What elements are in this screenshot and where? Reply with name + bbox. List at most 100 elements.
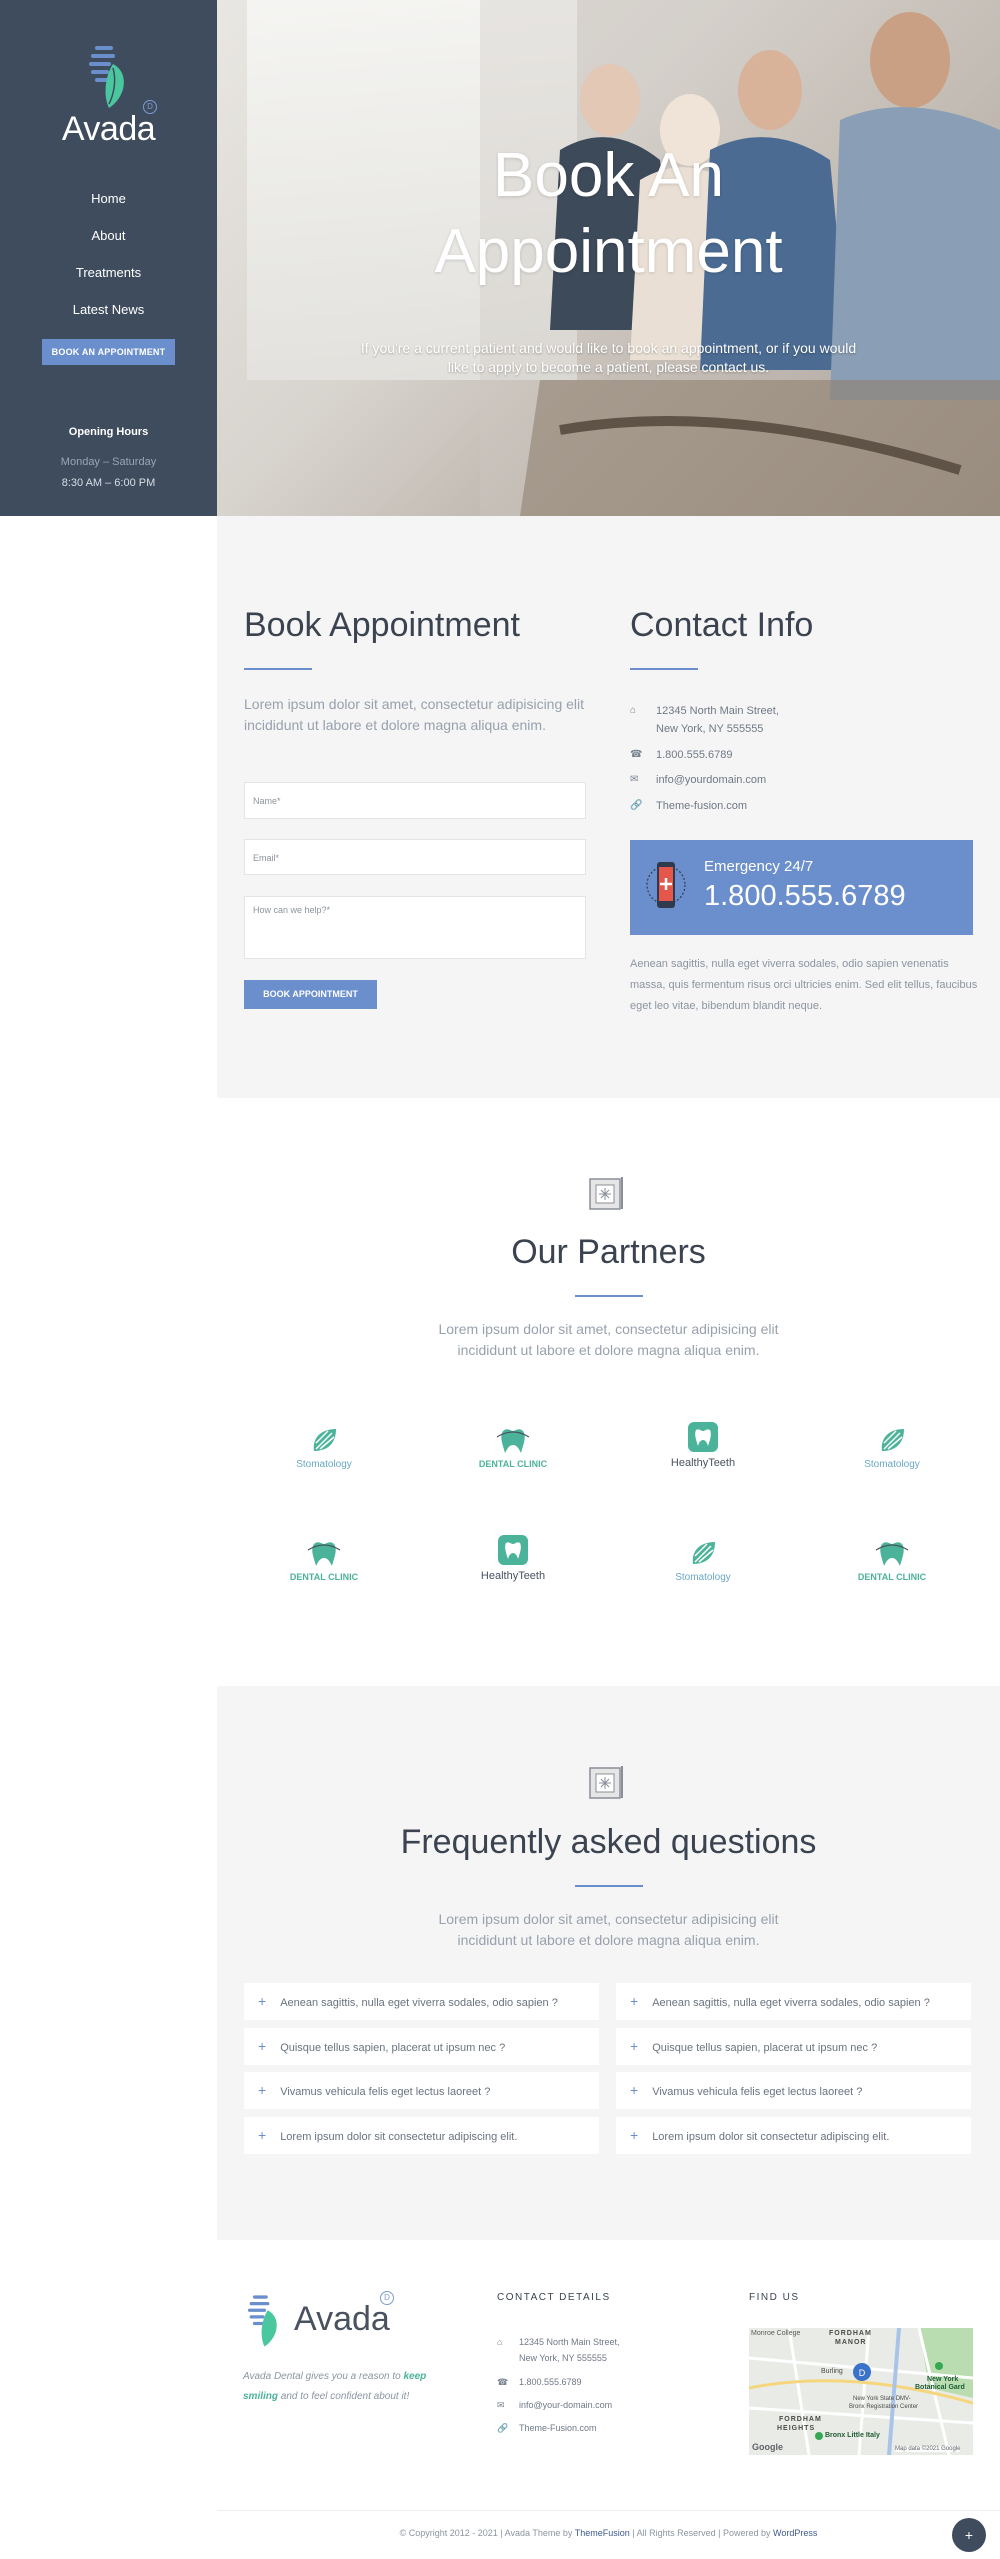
book-appointment-nav-button[interactable]: BOOK AN APPOINTMENT	[42, 339, 175, 365]
faq-question: Quisque tellus sapien, placerat ut ipsum…	[280, 2042, 506, 2054]
tooth-icon	[875, 1542, 909, 1566]
plus-icon: +	[630, 2127, 639, 2143]
partner-name: HealthyTeeth	[480, 1570, 546, 1582]
hero-title-line-1: Book An	[493, 141, 724, 210]
main-nav: Home About Treatments Latest News	[0, 188, 217, 336]
faq-question: Lorem ipsum dolor sit consectetur adipis…	[652, 2131, 890, 2143]
faq-item[interactable]: + Lorem ipsum dolor sit consectetur adipi…	[616, 2117, 971, 2154]
map-attribution: Map data ©2021 Google	[895, 2446, 961, 2452]
footer-divider	[217, 2510, 1000, 2511]
emergency-number[interactable]: 1.800.555.6789	[704, 880, 906, 913]
nav-item-home[interactable]: Home	[0, 188, 217, 225]
faq-item[interactable]: + Vivamus vehicula felis eget lectus laor…	[616, 2072, 971, 2109]
partners-lead: Lorem ipsum dolor sit amet, consectetur …	[438, 1321, 779, 1358]
nav-item-treatments[interactable]: Treatments	[0, 262, 217, 299]
footer-tagline: Avada Dental gives you a reason to keep s…	[243, 2367, 453, 2407]
plus-icon: +	[258, 1993, 267, 2009]
partner-logo-dental-clinic[interactable]: DENTAL CLINIC	[264, 1536, 384, 1606]
footer-address: ⌂ 12345 North Main Street, New York, NY 55…	[497, 2334, 620, 2366]
nav-item-latest-news[interactable]: Latest News	[0, 299, 217, 336]
partner-logo-healthy-teeth[interactable]: HealthyTeeth	[643, 1421, 763, 1491]
partners-title: Our Partners	[511, 1233, 706, 1271]
faq-item[interactable]: + Aenean sagittis, nulla eget viverra sod…	[616, 1983, 971, 2020]
contact-phone: ☎ 1.800.555.6789	[630, 746, 732, 764]
name-field[interactable]: Name*	[244, 782, 586, 819]
faq-question: Quisque tellus sapien, placerat ut ipsum…	[652, 2042, 878, 2054]
hero-title: Book An Appointment	[217, 138, 1000, 290]
sidebar: D Avada Home About Treatments Latest New…	[0, 0, 217, 516]
appointment-lead: Lorem ipsum dolor sit amet, consectetur …	[244, 696, 585, 733]
footer-phone-text[interactable]: 1.800.555.6789	[519, 2374, 582, 2390]
appointment-section: Book Appointment Lorem ipsum dolor sit a…	[217, 516, 1000, 1098]
plus-icon: +	[258, 2127, 267, 2143]
faq-question: Aenean sagittis, nulla eget viverra soda…	[280, 1997, 558, 2009]
scroll-to-top-button[interactable]: +	[952, 2518, 986, 2552]
contact-phone-text[interactable]: 1.800.555.6789	[656, 746, 732, 764]
email-field[interactable]: Email*	[244, 839, 586, 875]
faq-item[interactable]: + Quisque tellus sapien, placerat ut ipsu…	[616, 2028, 971, 2065]
envelope-icon: ✉	[497, 2400, 505, 2410]
partner-name: DENTAL CLINIC	[289, 1572, 359, 1582]
contact-website-text[interactable]: Theme-fusion.com	[656, 797, 747, 815]
plus-icon: +	[630, 1993, 639, 2009]
contact-info-divider	[630, 668, 698, 670]
footer-address-line-2: New York, NY 555555	[519, 2353, 607, 2363]
themefusion-link[interactable]: ThemeFusion	[575, 2528, 630, 2538]
copyright: © Copyright 2012 - 2021 | Avada Theme by…	[217, 2528, 1000, 2538]
wordpress-link[interactable]: WordPress	[773, 2528, 817, 2538]
faq-item[interactable]: + Aenean sagittis, nulla eget viverra sod…	[244, 1983, 599, 2020]
contact-address-line-2: New York, NY 555555	[656, 723, 764, 735]
partner-logo-dental-clinic[interactable]: DENTAL CLINIC	[832, 1536, 952, 1606]
tooth-logo-icon[interactable]	[83, 42, 129, 112]
footer-email-text[interactable]: info@your-domain.com	[519, 2397, 612, 2413]
partner-name: HealthyTeeth	[670, 1457, 736, 1469]
medical-sign-icon	[589, 1766, 623, 1799]
tooth-icon	[307, 1542, 341, 1566]
tooth-icon	[496, 1429, 530, 1453]
footer-website-text[interactable]: Theme-Fusion.com	[519, 2420, 597, 2436]
map-label: Burling	[821, 2368, 843, 2375]
tooth-badge-icon	[498, 1535, 528, 1565]
appointment-title-divider	[244, 668, 312, 670]
partner-logo-healthy-teeth[interactable]: HealthyTeeth	[453, 1534, 573, 1604]
partner-name: Stomatology	[296, 1459, 352, 1470]
opening-hours-time: 8:30 AM – 6:00 PM	[61, 477, 156, 489]
emergency-box: Emergency 24/7 1.800.555.6789	[630, 840, 973, 935]
partner-logo-dental-clinic[interactable]: DENTAL CLINIC	[453, 1423, 573, 1493]
contact-info-title: Contact Info	[630, 606, 814, 644]
map-label: Monroe College	[751, 2330, 801, 2337]
location-map[interactable]: D Monroe College FORDHAM MANOR Burling N…	[749, 2328, 973, 2455]
footer-tagline-end: and to feel confident about it!	[278, 2391, 410, 2402]
tooth-logo-icon[interactable]	[243, 2290, 281, 2352]
contact-address: ⌂ 12345 North Main Street, New York, NY 55…	[630, 702, 779, 738]
tooth-badge-icon	[688, 1422, 718, 1452]
partners-title-divider	[575, 1295, 643, 1297]
map-label: New York State DMV-	[853, 2396, 911, 2402]
map-label: FORDHAM	[779, 2416, 822, 2423]
partner-name: Stomatology	[864, 1459, 920, 1470]
faq-item[interactable]: + Vivamus vehicula felis eget lectus laor…	[244, 2072, 599, 2109]
plus-icon: +	[258, 2038, 267, 2054]
contact-email-text[interactable]: info@yourdomain.com	[656, 771, 766, 789]
nav-item-about[interactable]: About	[0, 225, 217, 262]
footer-tagline-start: Avada Dental gives you a reason to	[243, 2371, 404, 2382]
mobile-phone-icon	[646, 862, 686, 908]
message-field[interactable]: How can we help?*	[244, 896, 586, 959]
map-label: FORDHAM	[829, 2330, 872, 2337]
footer-website: 🔗 Theme-Fusion.com	[497, 2420, 597, 2436]
partner-logo-stomatology[interactable]: Stomatology	[832, 1423, 952, 1493]
faq-question: Lorem ipsum dolor sit consectetur adipis…	[280, 2131, 518, 2143]
copyright-text: © Copyright 2012 - 2021 | Avada Theme by	[399, 2528, 575, 2538]
leaf-tooth-icon	[692, 1542, 715, 1564]
footer-email: ✉ info@your-domain.com	[497, 2397, 612, 2413]
footer-logo-text[interactable]: Avada	[294, 2300, 390, 2339]
partner-logo-stomatology[interactable]: Stomatology	[643, 1536, 763, 1606]
partner-logo-stomatology[interactable]: Stomatology	[264, 1423, 384, 1493]
faq-item[interactable]: + Quisque tellus sapien, placerat ut ipsu…	[244, 2028, 599, 2065]
leaf-tooth-icon	[313, 1429, 336, 1451]
logo-text[interactable]: Avada	[0, 110, 217, 149]
book-appointment-button[interactable]: BOOK APPOINTMENT	[244, 980, 377, 1009]
contact-address-line-1: 12345 North Main Street,	[656, 705, 779, 717]
partner-name: DENTAL CLINIC	[857, 1572, 927, 1582]
faq-item[interactable]: + Lorem ipsum dolor sit consectetur adipi…	[244, 2117, 599, 2154]
